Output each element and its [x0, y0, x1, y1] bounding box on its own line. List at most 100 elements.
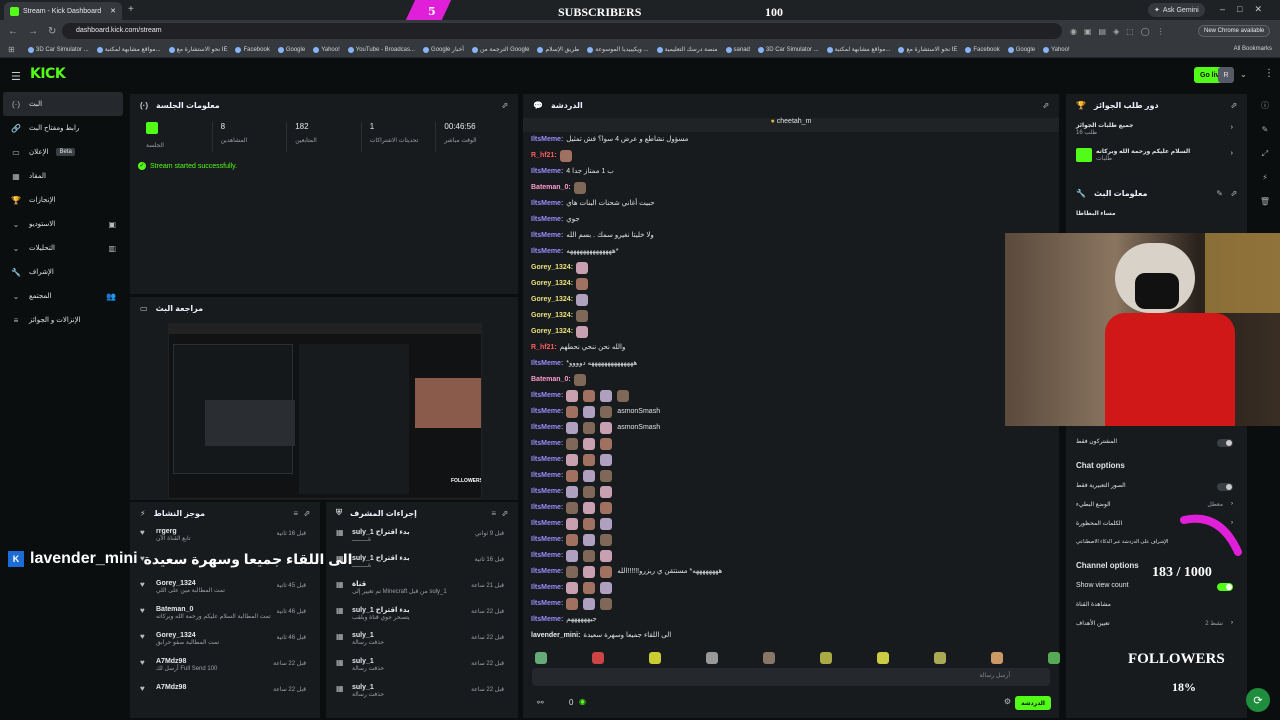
chat-username[interactable]: IltsMeme:	[531, 564, 563, 580]
all-bookmarks[interactable]: All Bookmarks	[1234, 46, 1272, 52]
chat-username[interactable]: IltsMeme:	[531, 132, 563, 148]
bookmark-item[interactable]: Google	[277, 46, 305, 53]
chat-message[interactable]: Gorey_1324:	[531, 324, 1051, 340]
sidebar-item[interactable]: ▦ المقاد	[0, 164, 126, 188]
new-chrome-button[interactable]: New Chrome available	[1198, 25, 1271, 37]
chat-message[interactable]: Bateman_0:	[531, 372, 1051, 388]
chat-username[interactable]: Gorey_1324:	[531, 260, 573, 276]
bookmark-item[interactable]: Google	[1007, 46, 1035, 53]
chat-username[interactable]: IltsMeme:	[531, 404, 563, 420]
feed-row[interactable]: ▦ suly_1 حذفت رسالة قبل 22 ساعة	[326, 680, 518, 706]
popout-icon[interactable]: ⬀	[501, 101, 508, 110]
sidebar-item[interactable]: 🏆 الإنجازات	[0, 188, 126, 212]
emote-bar[interactable]	[535, 652, 1060, 666]
chat-username[interactable]: Gorey_1324:	[531, 276, 573, 292]
chat-username[interactable]: IltsMeme:	[531, 436, 563, 452]
popout-icon[interactable]: ⬀	[303, 509, 310, 518]
chat-message[interactable]: IltsMeme:	[531, 484, 1051, 500]
chat-input[interactable]: أرسل رسالة	[532, 668, 1050, 686]
quick-emote-icon[interactable]	[535, 652, 547, 664]
browser-tab[interactable]: Stream - Kick Dashboard ✕	[4, 2, 122, 20]
chat-message[interactable]: IltsMeme: ههههههههههههههه*	[531, 244, 1051, 260]
chat-message[interactable]: IltsMeme: asmonSmash	[531, 420, 1051, 436]
feed-row[interactable]: ♥ Gorey_1324 تمت المطالبة صفو حرابق قبل 46 …	[130, 628, 320, 654]
sidebar-item-action-icon[interactable]: 👥	[106, 292, 116, 301]
sidebar-item[interactable]: 🔧 الإشراف	[0, 260, 126, 284]
quick-emote-icon[interactable]	[706, 652, 718, 664]
chat-username[interactable]: R_hf21:	[531, 340, 557, 356]
bookmark-item[interactable]: 3D Car Simulator ...	[757, 46, 819, 53]
chat-username[interactable]: IltsMeme:	[531, 484, 563, 500]
chat-message[interactable]: IltsMeme: ههههههههه* مستتقن ي ربزرو!!!!!!…	[531, 564, 1051, 580]
chat-username[interactable]: IltsMeme:	[531, 420, 563, 436]
chat-message[interactable]: IltsMeme:	[531, 596, 1051, 612]
chat-username[interactable]: Gorey_1324:	[531, 308, 573, 324]
chat-username[interactable]: IltsMeme:	[531, 580, 563, 596]
bookmark-item[interactable]: ويكيبيديا الموسوعة ...	[587, 46, 649, 53]
feed-row[interactable]: ♥ A7Mdz98 أرسل لك Full Send 100 قبل 22 ساعة	[130, 654, 320, 680]
sidebar-item[interactable]: (·) البث	[3, 92, 123, 116]
menu-icon[interactable]: ☰	[11, 70, 21, 83]
chat-message[interactable]: IltsMeme:	[531, 388, 1051, 404]
chevron-down-icon[interactable]: ⌄	[1240, 70, 1247, 79]
chat-username[interactable]: IltsMeme:	[531, 596, 563, 612]
apps-icon[interactable]: ⊞	[8, 45, 20, 54]
chat-username[interactable]: Bateman_0:	[531, 180, 571, 196]
sidebar-item-action-icon[interactable]: ▥	[108, 244, 116, 253]
chat-message[interactable]: IltsMeme:	[531, 436, 1051, 452]
chat-message[interactable]: IltsMeme: جيههههههم	[531, 612, 1051, 628]
chat-username[interactable]: lavender_mini:	[531, 628, 580, 644]
bookmark-item[interactable]: sanad	[725, 46, 750, 53]
chat-username[interactable]: IltsMeme:	[531, 388, 563, 404]
chat-message[interactable]: Gorey_1324:	[531, 276, 1051, 292]
chat-message[interactable]: IltsMeme:	[531, 468, 1051, 484]
bookmark-item[interactable]: الترجمة من Google	[471, 46, 529, 53]
feed-row[interactable]: ♥ A7Mdz98 قبل 22 ساعة	[130, 680, 320, 706]
chat-username[interactable]: IltsMeme:	[531, 228, 563, 244]
filter-icon[interactable]: ≡	[293, 509, 298, 518]
chat-message[interactable]: R_hf21:	[531, 148, 1051, 164]
chat-message[interactable]: IltsMeme:	[531, 500, 1051, 516]
chat-username[interactable]: IltsMeme:	[531, 196, 563, 212]
extensions-icons[interactable]: ◉▣▤◈⬚◯⋮	[1070, 27, 1172, 36]
feed-row[interactable]: ♥ Bateman_0 تمت المطالبة السلام عليكم ورحم…	[130, 602, 320, 628]
stream-preview-video[interactable]: FOLLOWERS	[168, 323, 482, 499]
bookmark-item[interactable]: Google أخبار	[423, 46, 464, 53]
pencil-icon[interactable]: ✎	[1250, 118, 1280, 142]
chat-message[interactable]: IltsMeme:	[531, 548, 1051, 564]
chat-message[interactable]: IltsMeme: 4 ب 1 ممتاز جدا	[531, 164, 1051, 180]
popout-icon[interactable]: ⬀	[1230, 101, 1237, 110]
chat-username[interactable]: Gorey_1324:	[531, 292, 573, 308]
bookmark-item[interactable]: 3D Car Simulator ...	[28, 46, 89, 53]
bolt-icon[interactable]: ⚡	[1250, 166, 1280, 190]
chat-username[interactable]: IltsMeme:	[531, 516, 563, 532]
chat-username[interactable]: Bateman_0:	[531, 372, 571, 388]
quick-emote-icon[interactable]	[763, 652, 775, 664]
goals-row[interactable]: تعيين الأهداف نشط 2 ›	[1066, 614, 1247, 633]
chat-username[interactable]: IltsMeme:	[531, 164, 563, 180]
bookmark-item[interactable]: طريق الإسلام	[537, 46, 579, 53]
sidebar-item[interactable]: ⌄ المجتمع 👥	[0, 284, 126, 308]
bookmark-item[interactable]: مواقع مشابهة لمكتبة...	[826, 46, 890, 53]
sidebar-item[interactable]: ⌄ التحليلات ▥	[0, 236, 126, 260]
subonly-row[interactable]: المشتركون فقط	[1066, 432, 1247, 451]
edit-icon[interactable]: ✎	[1216, 189, 1223, 198]
popout-icon[interactable]: ⬀	[501, 509, 508, 518]
chat-message[interactable]: IltsMeme: مسؤول نشاطع و عرض 4 سوا؟ فش تمث…	[531, 132, 1051, 148]
quick-emote-icon[interactable]	[1048, 652, 1060, 664]
back-icon[interactable]: ←	[8, 26, 20, 37]
bookmark-item[interactable]: Yahoo!	[313, 46, 340, 53]
sidebar-item[interactable]: ⌄ الاستوديو ▣	[0, 212, 126, 236]
chat-message[interactable]: Gorey_1324:	[531, 308, 1051, 324]
chat-message[interactable]: IltsMeme:	[531, 532, 1051, 548]
bookmark-item[interactable]: Facebook	[235, 46, 270, 53]
quick-emote-icon[interactable]	[877, 652, 889, 664]
chat-username[interactable]: R_hf21:	[531, 148, 557, 164]
chat-message[interactable]: lavender_mini: الى اللقاء جميعا وسهرة سعي…	[531, 628, 1051, 644]
chat-message[interactable]: IltsMeme:	[531, 516, 1051, 532]
feed-row[interactable]: ♥ Gorey_1324 تمت المطالبة مين على اللي قبل …	[130, 576, 320, 602]
chat-message[interactable]: Gorey_1324:	[531, 260, 1051, 276]
chat-message[interactable]: Gorey_1324:	[531, 292, 1051, 308]
quick-emote-icon[interactable]	[592, 652, 604, 664]
chat-message[interactable]: IltsMeme: *ههههههههههههههه دوووو	[531, 356, 1051, 372]
